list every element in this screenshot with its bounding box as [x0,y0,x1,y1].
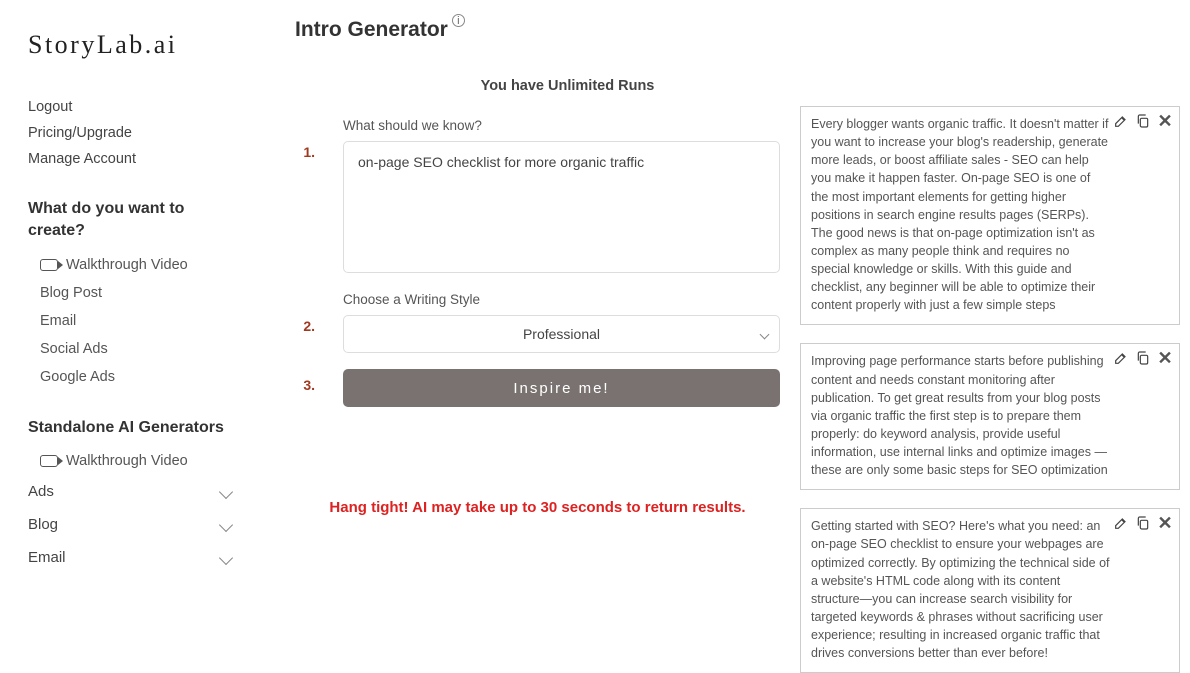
style-label: Choose a Writing Style [343,292,780,307]
sidebar-item-label: Walkthrough Video [66,257,188,273]
sidebar-item-label: Walkthrough Video [66,453,188,469]
waiting-message: Hang tight! AI may take up to 30 seconds… [295,497,780,520]
sidebar-heading-standalone: Standalone AI Generators [28,417,237,439]
result-text: Improving page performance starts before… [811,352,1169,479]
sidebar-heading-create: What do you want to create? [28,198,237,243]
page-title: Intro Generator [295,18,448,42]
sidebar-item-label: Email [40,313,76,329]
close-icon[interactable]: ✕ [1157,350,1173,366]
chevron-down-icon [219,518,233,532]
collapse-label: Email [28,549,66,566]
info-icon[interactable]: i [452,14,465,27]
sidebar-link-pricing[interactable]: Pricing/Upgrade [28,120,237,146]
copy-icon[interactable] [1135,350,1151,366]
edit-icon[interactable] [1113,113,1129,129]
prompt-input[interactable] [343,141,780,273]
step-number-2: 2. [295,292,315,334]
result-card: ✕ Every blogger wants organic traffic. I… [800,106,1180,325]
close-icon[interactable]: ✕ [1157,515,1173,531]
logo: StoryLab.ai [28,30,237,60]
result-card: ✕ Getting started with SEO? Here's what … [800,508,1180,673]
style-select[interactable]: Professional [343,315,780,353]
video-icon [40,455,58,467]
sidebar-item-social-ads[interactable]: Social Ads [28,335,237,363]
form-column: Intro Generator i You have Unlimited Run… [295,18,780,576]
sidebar-item-label: Social Ads [40,341,108,357]
close-icon[interactable]: ✕ [1157,113,1173,129]
video-icon [40,259,58,271]
chevron-down-icon [219,485,233,499]
sidebar-link-logout[interactable]: Logout [28,94,237,120]
collapse-label: Ads [28,483,54,500]
copy-icon[interactable] [1135,515,1151,531]
sidebar-item-walkthrough-video-2[interactable]: Walkthrough Video [28,447,237,475]
sidebar-collapse-blog[interactable]: Blog [28,508,237,541]
sidebar-item-label: Google Ads [40,369,115,385]
step-number-1: 1. [295,118,315,160]
prompt-label: What should we know? [343,118,780,133]
sidebar-item-google-ads[interactable]: Google Ads [28,363,237,391]
sidebar-item-blog-post[interactable]: Blog Post [28,279,237,307]
edit-icon[interactable] [1113,515,1129,531]
sidebar-item-email[interactable]: Email [28,307,237,335]
sidebar-item-label: Blog Post [40,285,102,301]
edit-icon[interactable] [1113,350,1129,366]
collapse-label: Blog [28,516,58,533]
sidebar-item-walkthrough-video[interactable]: Walkthrough Video [28,251,237,279]
result-text: Getting started with SEO? Here's what yo… [811,517,1169,662]
sidebar: StoryLab.ai Logout Pricing/Upgrade Manag… [0,0,265,576]
chevron-down-icon [219,551,233,565]
main: Intro Generator i You have Unlimited Run… [265,0,1190,576]
result-text: Every blogger wants organic traffic. It … [811,115,1169,314]
result-card: ✕ Improving page performance starts befo… [800,343,1180,490]
results-column: ✕ Every blogger wants organic traffic. I… [800,18,1180,576]
sidebar-link-manage-account[interactable]: Manage Account [28,146,237,172]
sidebar-collapse-email[interactable]: Email [28,541,237,574]
runs-notice: You have Unlimited Runs [355,78,780,94]
sidebar-collapse-ads[interactable]: Ads [28,475,237,508]
inspire-button[interactable]: Inspire me! [343,369,780,407]
copy-icon[interactable] [1135,113,1151,129]
step-number-3: 3. [295,367,315,393]
